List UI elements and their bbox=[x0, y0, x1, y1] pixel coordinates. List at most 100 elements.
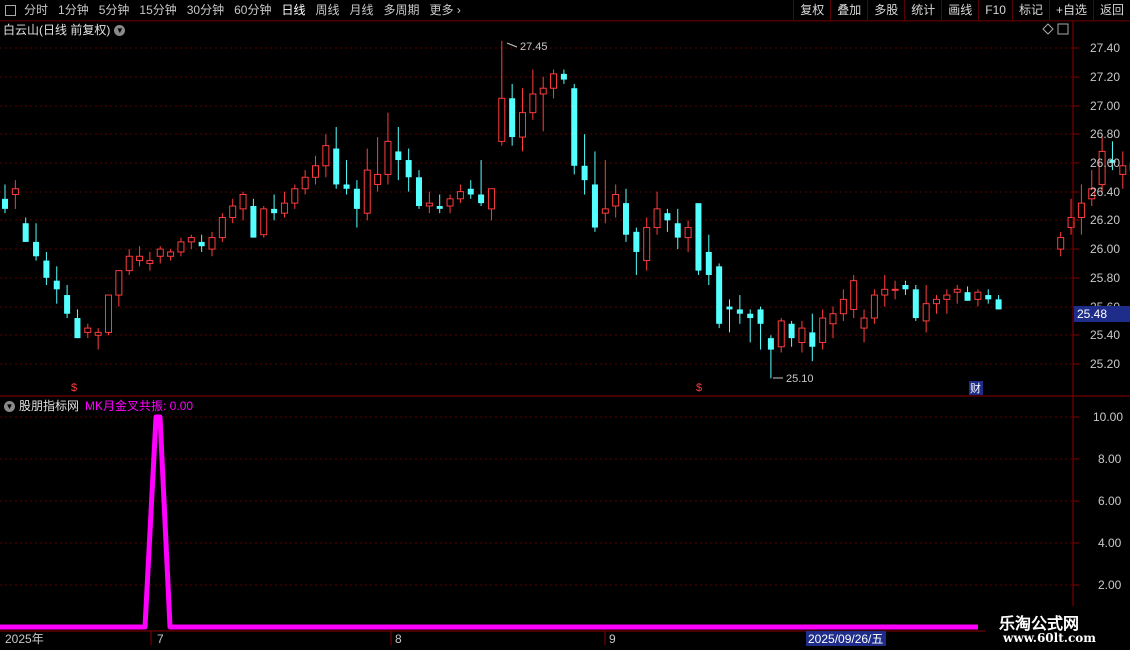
candle-down bbox=[767, 338, 774, 350]
price-tick: 26.60 bbox=[1090, 156, 1120, 170]
candle-down bbox=[705, 251, 712, 275]
candle-up bbox=[829, 313, 837, 325]
candle-up bbox=[860, 317, 868, 329]
candle-down bbox=[726, 306, 733, 310]
indicator-formula: MK月金叉共振: 0.00 bbox=[85, 399, 194, 413]
price-tick: 25.20 bbox=[1090, 357, 1120, 371]
candle-up bbox=[891, 288, 899, 291]
candle-down bbox=[716, 266, 723, 324]
candle-down bbox=[250, 206, 257, 238]
candle-down bbox=[757, 309, 764, 324]
candle-down bbox=[664, 213, 671, 221]
candle-up bbox=[301, 176, 309, 190]
candle-up bbox=[280, 202, 288, 214]
candle-down bbox=[22, 223, 29, 242]
price-tick: 27.40 bbox=[1090, 41, 1120, 55]
indicator-line bbox=[0, 414, 978, 630]
price-tick: 27.00 bbox=[1090, 99, 1120, 113]
price-tick: 26.20 bbox=[1090, 213, 1120, 227]
candle-up bbox=[974, 291, 982, 300]
candle-down bbox=[478, 194, 485, 204]
price-tick: 27.20 bbox=[1090, 70, 1120, 84]
date-label: 8 bbox=[395, 632, 402, 646]
finance-marker: 财 bbox=[970, 381, 981, 395]
candle-down bbox=[633, 231, 640, 252]
high-pointer bbox=[506, 42, 518, 48]
candle-up bbox=[94, 331, 102, 336]
current-price-value: 25.48 bbox=[1077, 307, 1107, 321]
grid-lines bbox=[0, 47, 1073, 586]
candle-down bbox=[736, 309, 743, 314]
candle-down bbox=[581, 165, 588, 181]
candle-down bbox=[912, 289, 919, 319]
candle-down bbox=[788, 323, 795, 339]
candle-down bbox=[436, 206, 443, 209]
candle-up bbox=[498, 97, 506, 142]
candle-up bbox=[384, 140, 392, 175]
candle-down bbox=[395, 151, 402, 161]
indicator-tick: 10.00 bbox=[1093, 410, 1123, 424]
candle-up bbox=[187, 237, 195, 243]
candle-up bbox=[539, 87, 547, 95]
indicator-name[interactable]: 股朋指标网 bbox=[19, 398, 79, 414]
candle-down bbox=[623, 203, 629, 235]
candle-down bbox=[405, 160, 412, 178]
diamond-icon bbox=[1042, 23, 1054, 35]
price-tick: 25.80 bbox=[1090, 271, 1120, 285]
candle-down bbox=[902, 285, 909, 290]
indicator-tick: 8.00 bbox=[1098, 452, 1122, 466]
dividend-marker: $ bbox=[696, 382, 702, 394]
candle-up bbox=[922, 303, 930, 322]
candle-up bbox=[819, 317, 827, 343]
candle-down bbox=[674, 223, 681, 238]
candle-down bbox=[809, 332, 816, 347]
candle-down bbox=[560, 73, 567, 80]
candle-down bbox=[995, 299, 1002, 310]
candle-up bbox=[798, 327, 806, 343]
indicator-tick: 4.00 bbox=[1098, 536, 1122, 550]
kline-chart[interactable]: 27.40 27.20 27.00 26.80 26.60 26.40 26.2… bbox=[0, 0, 1130, 650]
low-label: 25.10 bbox=[786, 373, 814, 385]
candle-up bbox=[291, 188, 299, 204]
candle-up bbox=[1119, 165, 1127, 175]
candle-down bbox=[53, 280, 60, 290]
indicator-series bbox=[0, 414, 978, 630]
candle-down bbox=[343, 184, 350, 189]
candle-up bbox=[260, 208, 268, 236]
candle-up bbox=[446, 198, 454, 207]
dividend-marker: $ bbox=[71, 382, 77, 394]
candle-up bbox=[839, 298, 847, 315]
indicator-axis: 10.00 8.00 6.00 4.00 2.00 bbox=[1093, 410, 1123, 592]
watermark: 乐淘公式网 www.60lt.com bbox=[985, 606, 1130, 650]
candle-up bbox=[933, 298, 940, 305]
candle-down bbox=[198, 241, 205, 247]
candle-up bbox=[218, 216, 226, 239]
price-tick: 26.40 bbox=[1090, 185, 1120, 199]
candle-down bbox=[333, 148, 340, 185]
candle-up bbox=[684, 227, 692, 239]
candle-up bbox=[11, 188, 19, 196]
candle-up bbox=[156, 248, 164, 257]
date-label: 7 bbox=[157, 632, 164, 646]
candle-up bbox=[1057, 237, 1065, 250]
candle-up bbox=[208, 237, 216, 250]
candle-up bbox=[612, 194, 620, 207]
candle-up bbox=[374, 173, 382, 185]
candle-up bbox=[177, 241, 185, 253]
chevron-down-icon[interactable]: ▼ bbox=[114, 24, 126, 36]
indicator-tick: 6.00 bbox=[1098, 494, 1122, 508]
indicator-panel-header: ▼ 股朋指标网 MK月金叉共振: 0.00 bbox=[2, 398, 193, 414]
candle-up bbox=[322, 145, 330, 167]
candle-down bbox=[271, 208, 278, 214]
stock-title: 白云山(日线 前复权) bbox=[3, 23, 111, 37]
candle-down bbox=[509, 98, 516, 138]
candle-down bbox=[33, 241, 40, 257]
candle-down bbox=[467, 188, 474, 195]
watermark-url: www.60lt.com bbox=[1003, 631, 1096, 645]
candle-up bbox=[1077, 202, 1085, 218]
candle-up bbox=[136, 255, 144, 262]
candle-up bbox=[487, 188, 495, 210]
candle-up bbox=[653, 208, 661, 229]
chevron-down-icon[interactable]: ▼ bbox=[4, 400, 15, 412]
candle-down bbox=[964, 292, 971, 301]
